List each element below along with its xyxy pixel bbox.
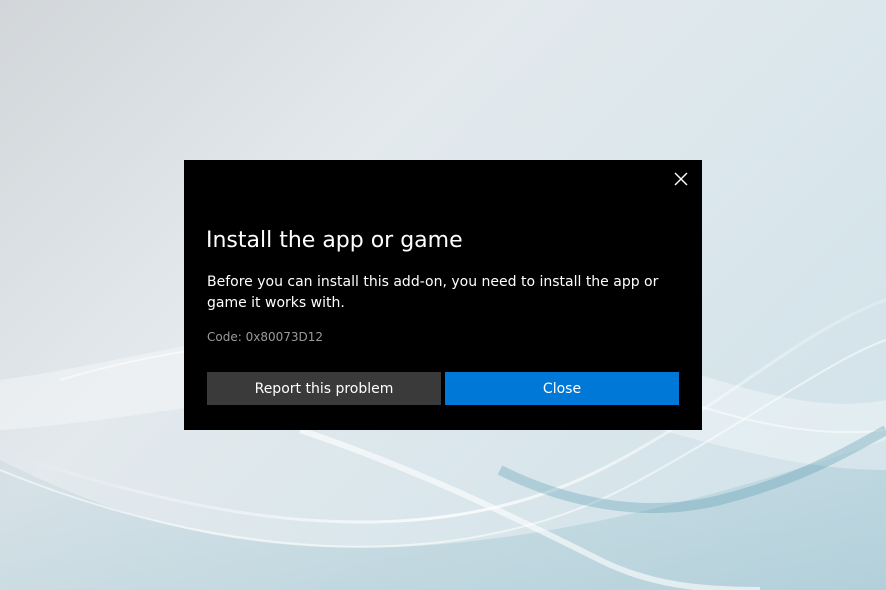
close-icon[interactable] bbox=[670, 168, 692, 190]
dialog-message: Before you can install this add-on, you … bbox=[207, 274, 659, 311]
error-code: Code: 0x80073D12 bbox=[207, 330, 323, 344]
error-dialog: Install the app or game Before you can i… bbox=[184, 160, 702, 430]
dialog-title: Install the app or game bbox=[206, 228, 463, 253]
report-problem-button[interactable]: Report this problem bbox=[207, 372, 441, 405]
close-x-glyph bbox=[674, 172, 688, 186]
close-button[interactable]: Close bbox=[445, 372, 679, 405]
desktop-background: Install the app or game Before you can i… bbox=[0, 0, 886, 590]
